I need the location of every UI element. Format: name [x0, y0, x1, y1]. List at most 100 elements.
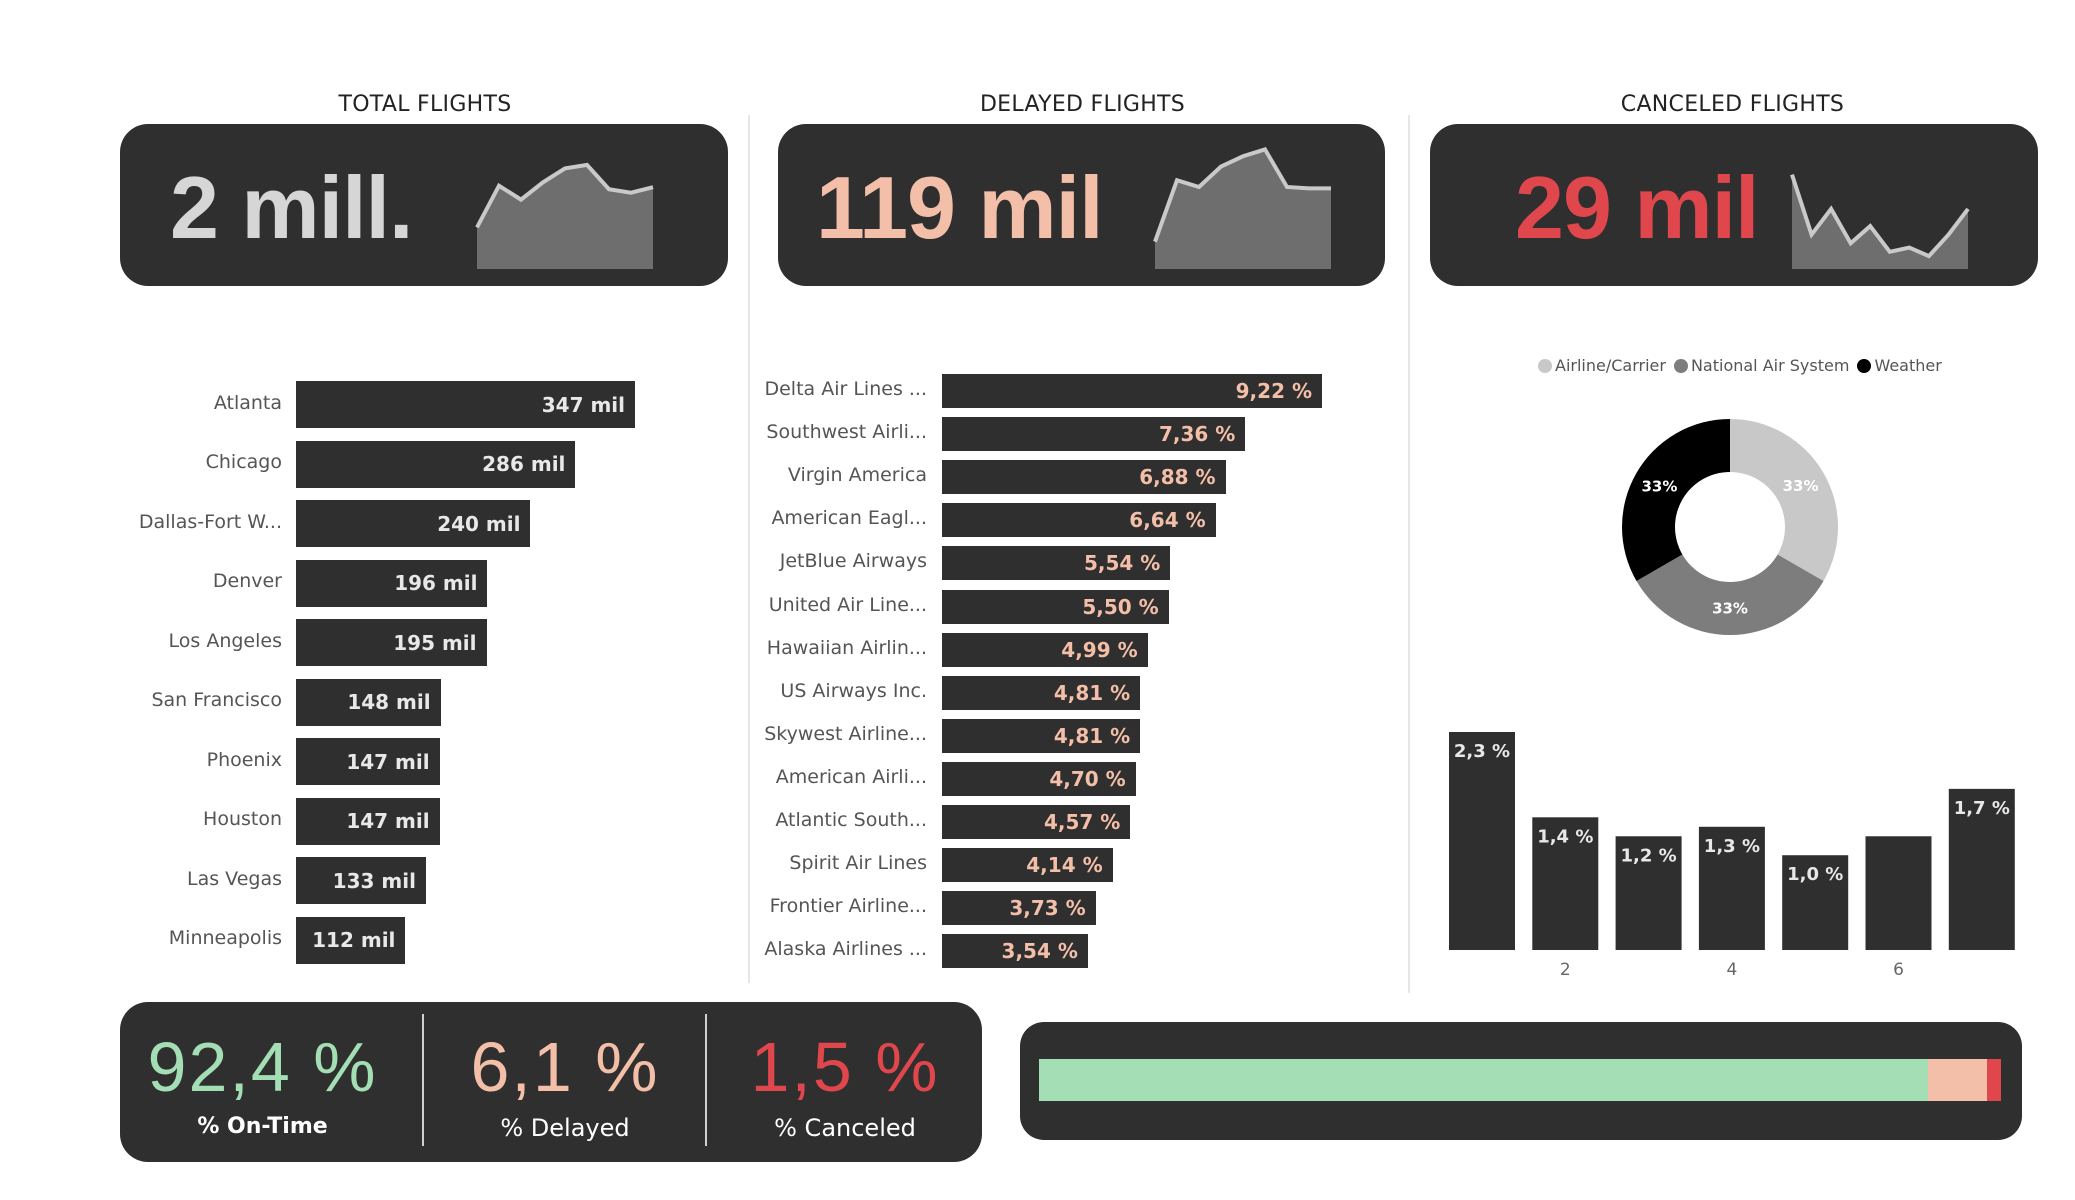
bar-category-label: US Airways Inc. [780, 679, 927, 702]
bar[interactable]: 347 mil [296, 381, 635, 428]
bar[interactable]: 3,54 % [942, 934, 1088, 969]
day-bar-value-label: 1,0 % [1787, 864, 1843, 885]
canceled-flights-value: 29 mil [1515, 158, 1759, 257]
bar-category-label: Los Angeles [168, 629, 282, 652]
delayed-flights-title: DELAYED FLIGHTS [979, 92, 1186, 117]
bar[interactable]: 4,57 % [942, 805, 1131, 839]
delayed-block: 6,1 % % Delayed [425, 1032, 705, 1142]
bar[interactable]: 147 mil [296, 797, 440, 845]
bar-category-label: Minneapolis [168, 927, 282, 949]
bar-category-label: Atlantic South... [775, 809, 927, 831]
bar[interactable]: 147 mil [296, 738, 440, 785]
bar[interactable]: 286 mil [296, 440, 576, 488]
bar[interactable]: 6,88 % [942, 460, 1226, 495]
on-time-block: 92,4 % % On-Time [120, 1032, 405, 1139]
donut-slice-label: 33% [1641, 477, 1677, 495]
legend-item-airline-carrier: Airline/Carrier [1538, 356, 1666, 375]
donut-slice [1622, 419, 1730, 582]
bar[interactable]: 7,36 % [942, 417, 1246, 452]
bar[interactable]: 4,14 % [942, 848, 1113, 883]
x-tick-label: 6 [1893, 960, 1904, 980]
bar-value-label: 7,36 % [1158, 422, 1236, 447]
bar-value-label: 148 mil [347, 690, 431, 714]
canceled-label: % Canceled [774, 1114, 916, 1142]
bar-category-label: United Air Line... [768, 593, 927, 616]
status-split-bar [1039, 1059, 2001, 1101]
bar-category-label: Atlanta [213, 391, 282, 414]
day-bar [1865, 836, 1932, 950]
column-divider-right [1408, 115, 1410, 993]
bar-category-label: Chicago [205, 451, 282, 473]
canceled-flights-sparkline [1790, 173, 1970, 269]
status-percentages-card: 92,4 % % On-Time 6,1 % % Delayed 1,5 % %… [120, 1002, 982, 1162]
on-time-value: 92,4 % [147, 1028, 378, 1106]
day-bar [1449, 732, 1515, 950]
donut-slice [1636, 554, 1824, 635]
bar[interactable]: 148 mil [296, 678, 441, 726]
legend-item-weather: Weather [1857, 356, 1942, 375]
bar[interactable]: 112 mil [296, 916, 406, 964]
delayed-flights-value: 119 mil [816, 158, 1104, 257]
bar-value-label: 240 mil [437, 511, 521, 536]
bar[interactable]: 133 mil [296, 857, 426, 904]
bar-category-label: Las Vegas [187, 867, 282, 890]
bar-value-label: 4,81 % [1053, 680, 1131, 705]
status-split-card [1020, 1022, 2022, 1140]
bar-category-label: Delta Air Lines ... [764, 378, 927, 400]
bar-category-label: JetBlue Airways [779, 550, 927, 573]
cancel-reasons-donut: 33% 33% 33% [1622, 419, 1838, 635]
bar-category-label: American Airli... [775, 765, 927, 788]
delayed-value: 6,1 % [470, 1028, 660, 1106]
bar-category-label: Virgin America [787, 464, 927, 487]
bar[interactable]: 4,70 % [942, 761, 1136, 796]
day-bar-value-label: 2,3 % [1454, 741, 1510, 762]
bar-value-label: 6,88 % [1139, 465, 1216, 490]
canceled-value: 1,5 % [750, 1028, 940, 1106]
legend-item-national-air-system: National Air System [1673, 356, 1849, 375]
x-tick-label: 2 [1560, 960, 1571, 980]
bar-category-label: Dallas-Fort W... [138, 510, 282, 533]
bar-category-label: Frontier Airline... [769, 895, 927, 918]
bar-value-label: 133 mil [332, 868, 416, 893]
cancel-rate-by-day-chart: 2,3 % 1,4 % 1,2 % 1,3 % 1,0 % 1,7 % 2 4 6 [1449, 732, 2015, 980]
bar[interactable]: 3,73 % [942, 891, 1096, 926]
bar-value-label: 4,57 % [1043, 810, 1121, 834]
bar[interactable]: 5,50 % [942, 589, 1169, 624]
bar[interactable]: 9,22 % [942, 374, 1322, 408]
bar-category-label: Hawaiian Airlin... [766, 636, 927, 659]
status-split-segment [1986, 1059, 2001, 1101]
bar[interactable]: 195 mil [296, 619, 487, 666]
bar-category-label: Alaska Airlines ... [764, 938, 927, 961]
day-bar-value-label: 1,7 % [1954, 798, 2010, 819]
bar-value-label: 5,50 % [1082, 594, 1159, 619]
donut-slice-label: 33% [1783, 477, 1819, 495]
bar[interactable]: 4,81 % [942, 675, 1141, 710]
bar-category-label: Houston [203, 808, 282, 830]
day-bar-value-label: 1,3 % [1704, 836, 1760, 857]
bar-category-label: Southwest Airli... [766, 421, 927, 444]
bar-value-label: 9,22 % [1235, 379, 1312, 403]
bar-category-label: Skywest Airline... [764, 722, 927, 745]
bar[interactable]: 4,99 % [942, 632, 1148, 667]
bar-value-label: 286 mil [482, 452, 566, 476]
bar-value-label: 147 mil [346, 749, 430, 774]
legend-label: Weather [1874, 356, 1942, 375]
legend-label: Airline/Carrier [1555, 356, 1666, 375]
delayed-label: % Delayed [500, 1114, 630, 1142]
total-flights-title: TOTAL FLIGHTS [338, 92, 512, 117]
bar-category-label: Denver [212, 570, 282, 592]
donut-slice-label: 33% [1712, 600, 1748, 618]
bar[interactable]: 196 mil [296, 559, 488, 607]
bar[interactable]: 4,81 % [942, 718, 1141, 753]
status-split-segment [1927, 1059, 1987, 1101]
bar[interactable]: 5,54 % [942, 546, 1171, 581]
day-bar-value-label: 1,4 % [1537, 826, 1593, 847]
x-tick-label: 4 [1726, 960, 1737, 980]
bar-category-label: American Eagl... [771, 507, 927, 530]
bar[interactable]: 240 mil [296, 500, 531, 547]
canceled-block: 1,5 % % Canceled [708, 1032, 982, 1142]
bar[interactable]: 6,64 % [942, 503, 1216, 538]
legend-dot-icon [1673, 358, 1688, 373]
bar-value-label: 3,54 % [1001, 939, 1078, 964]
bar-value-label: 4,14 % [1026, 853, 1103, 878]
